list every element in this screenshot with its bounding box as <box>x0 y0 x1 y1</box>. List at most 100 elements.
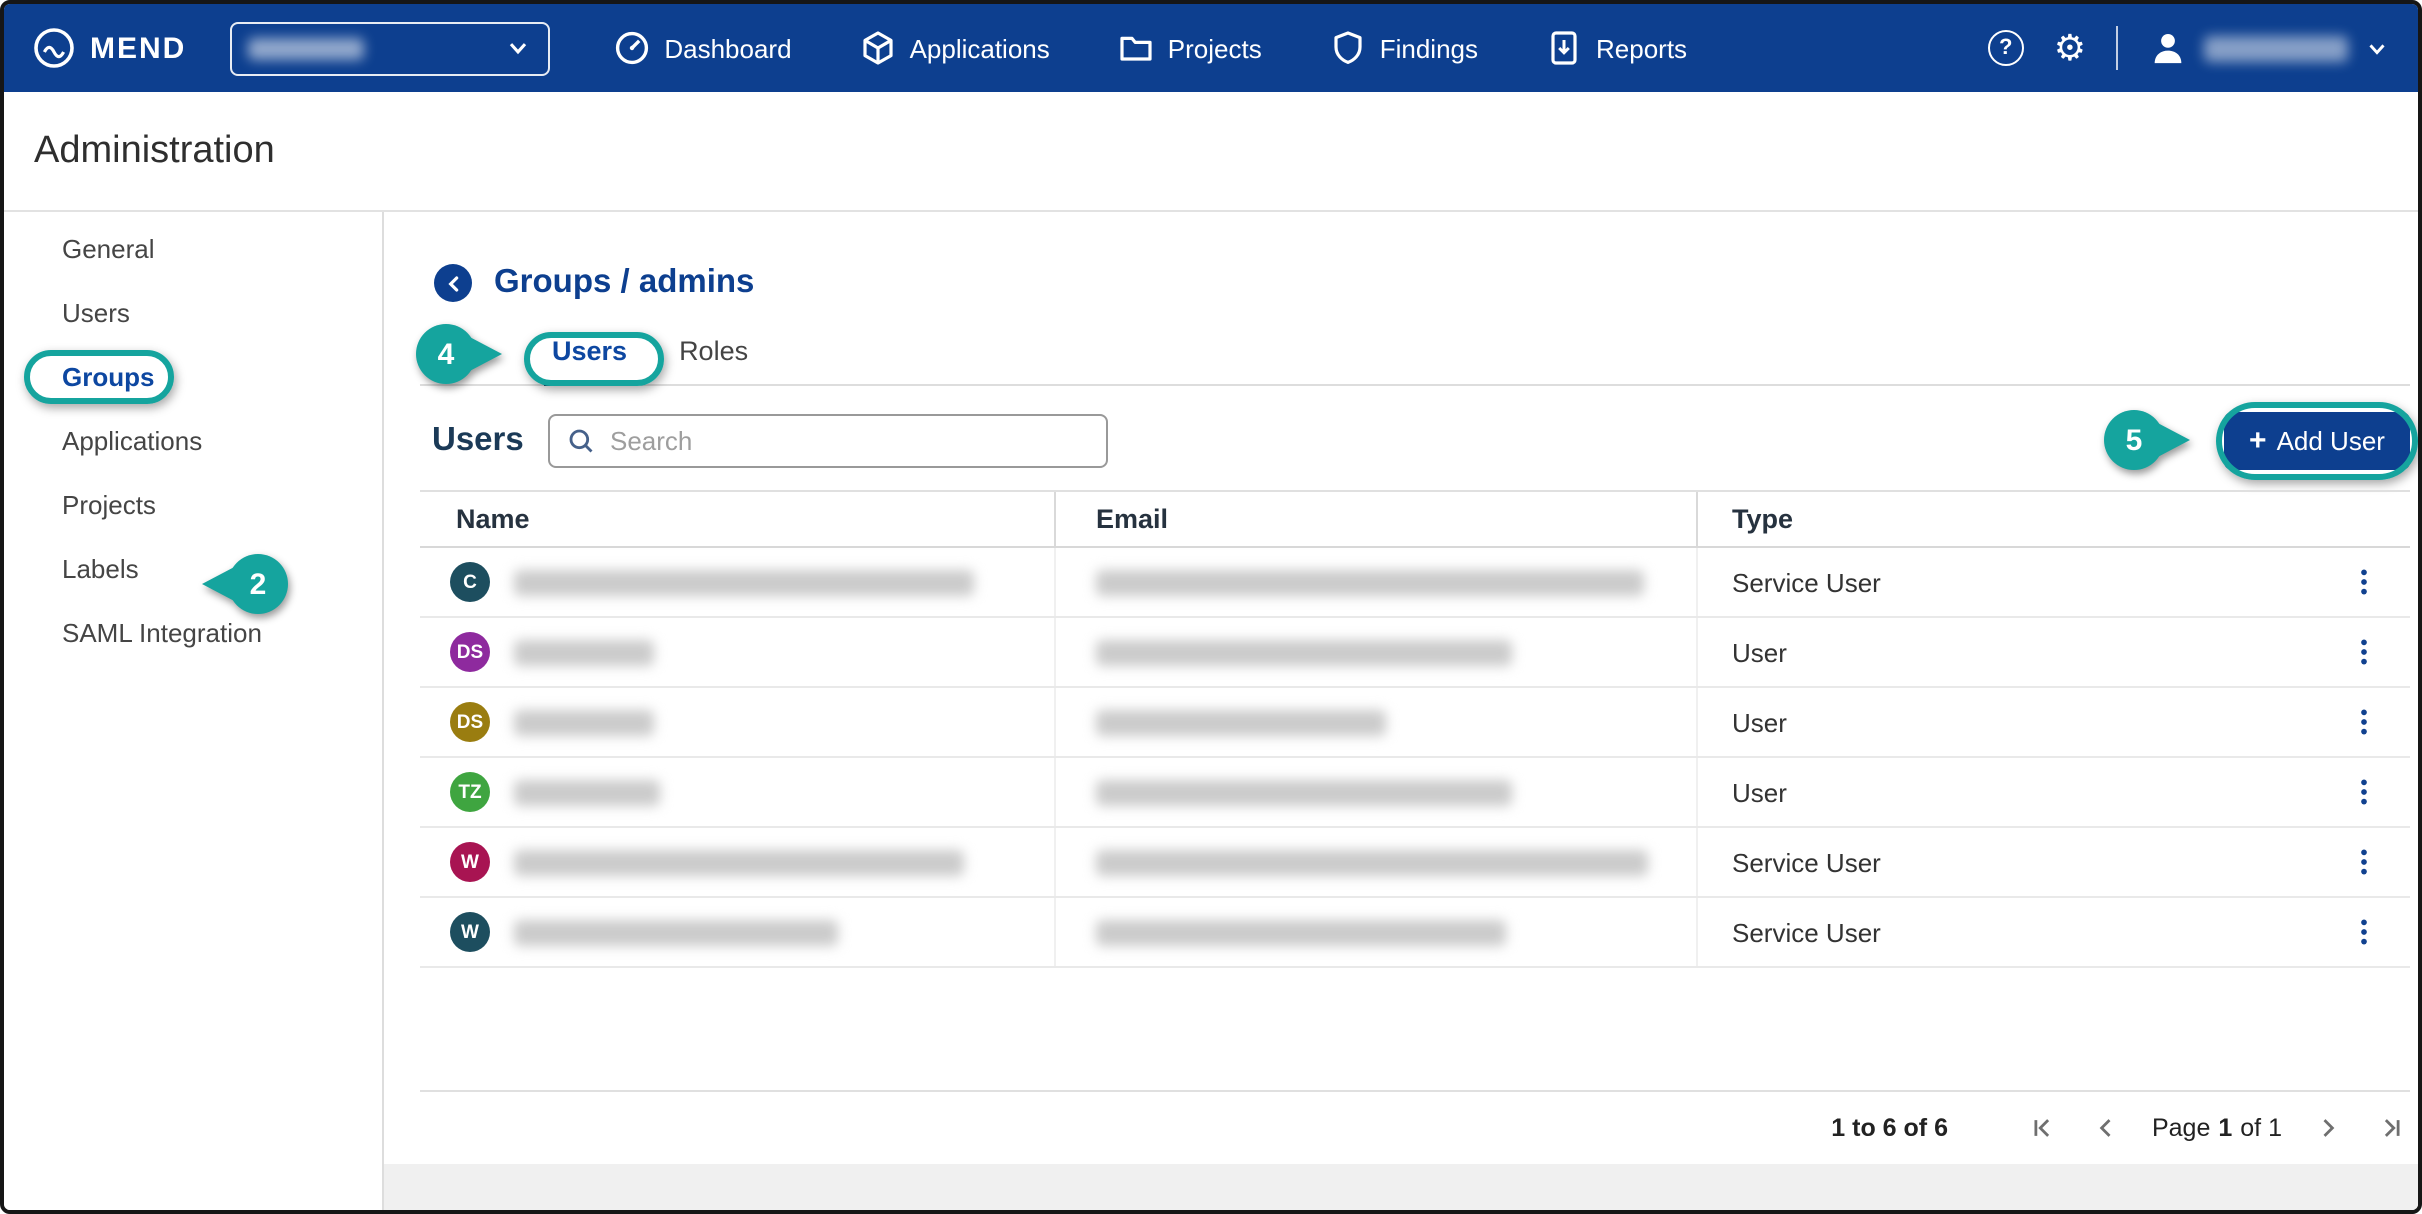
sidebar-item-groups[interactable]: Groups <box>4 344 382 408</box>
kebab-menu-icon[interactable] <box>2344 842 2384 882</box>
avatar: W <box>450 842 490 882</box>
search-input[interactable] <box>548 414 1108 468</box>
nav-item-dashboard[interactable]: Dashboard <box>614 30 791 66</box>
redacted-email <box>1096 639 1512 665</box>
search-box <box>548 414 1108 468</box>
gauge-icon <box>614 30 650 66</box>
kebab-menu-icon[interactable] <box>2344 772 2384 812</box>
back-button[interactable] <box>434 264 472 302</box>
user-type: User <box>1732 637 1787 667</box>
nav-utilities: ? ⚙ <box>1988 26 2390 70</box>
redacted-name <box>514 639 654 665</box>
avatar: TZ <box>450 772 490 812</box>
nav-item-applications[interactable]: Applications <box>860 30 1050 66</box>
sidebar-item-applications[interactable]: Applications <box>4 408 382 472</box>
avatar: C <box>450 562 490 602</box>
add-user-button[interactable]: + Add User <box>2224 412 2410 470</box>
tab-users[interactable]: Users <box>552 322 627 384</box>
column-header-type: Type <box>1696 492 2410 546</box>
pagination-last-button[interactable] <box>2374 1110 2410 1146</box>
nav-item-findings[interactable]: Findings <box>1330 30 1478 66</box>
tab-roles[interactable]: Roles <box>679 322 748 384</box>
mend-logo[interactable]: MEND <box>32 26 186 70</box>
table-footer: 1 to 6 of 6 Page 1 of 1 <box>420 1090 2410 1164</box>
plus-icon: + <box>2249 426 2267 456</box>
table-row: C Service User <box>420 548 2410 618</box>
nav-item-reports[interactable]: Reports <box>1546 30 1687 66</box>
kebab-menu-icon[interactable] <box>2344 912 2384 952</box>
table-row: DS User <box>420 618 2410 688</box>
user-type: User <box>1732 707 1787 737</box>
redacted-email <box>1096 919 1506 945</box>
svg-text:5: 5 <box>2126 424 2143 457</box>
redacted-email <box>1096 779 1512 805</box>
user-menu[interactable] <box>2148 28 2390 68</box>
pagination-range: 1 to 6 of 6 <box>1831 1114 1948 1142</box>
admin-sidebar: General Users Groups Applications Projec… <box>4 212 384 1210</box>
kebab-menu-icon[interactable] <box>2344 702 2384 742</box>
user-avatar-icon <box>2148 28 2188 68</box>
avatar: DS <box>450 702 490 742</box>
redacted-name <box>514 709 654 735</box>
redacted-name <box>514 849 964 875</box>
redacted-username <box>2204 35 2348 61</box>
pagination-first-button[interactable] <box>2024 1110 2060 1146</box>
sidebar-item-projects[interactable]: Projects <box>4 472 382 536</box>
report-icon <box>1546 30 1582 66</box>
redacted-email <box>1096 569 1644 595</box>
sidebar-item-saml-integration[interactable]: SAML Integration <box>4 600 382 664</box>
tab-bar: Users Roles <box>420 322 2410 386</box>
chevron-down-icon <box>2364 35 2390 61</box>
redacted-name <box>514 919 838 945</box>
table-row: W Service User <box>420 828 2410 898</box>
users-table: Name Email Type C Service User <box>420 490 2410 968</box>
table-row: TZ User <box>420 758 2410 828</box>
nav-item-label: Findings <box>1380 33 1478 63</box>
user-type: User <box>1732 777 1787 807</box>
page-header: Administration <box>4 92 2418 212</box>
table-row: W Service User <box>420 898 2410 968</box>
gear-icon[interactable]: ⚙ <box>2054 30 2086 66</box>
app-window: MEND Dashboard <box>0 0 2422 1214</box>
help-icon[interactable]: ? <box>1988 30 2024 66</box>
pagination-prev-button[interactable] <box>2088 1110 2124 1146</box>
bottom-background <box>384 1164 2418 1210</box>
organization-dropdown[interactable] <box>230 21 550 75</box>
kebab-menu-icon[interactable] <box>2344 562 2384 602</box>
cube-icon <box>860 30 896 66</box>
nav-item-label: Dashboard <box>664 33 791 63</box>
table-header-row: Name Email Type <box>420 490 2410 548</box>
main-menu: Dashboard Applications Projects <box>614 30 1687 66</box>
nav-item-label: Projects <box>1168 33 1262 63</box>
user-type: Service User <box>1732 847 1881 877</box>
avatar: DS <box>450 632 490 672</box>
nav-item-label: Reports <box>1596 33 1687 63</box>
redacted-email <box>1096 849 1648 875</box>
nav-divider <box>2116 26 2118 70</box>
brand-name: MEND <box>90 31 186 65</box>
redacted-org-name <box>248 37 364 59</box>
folder-icon <box>1118 30 1154 66</box>
redacted-email <box>1096 709 1386 735</box>
pagination-next-button[interactable] <box>2310 1110 2346 1146</box>
table-row: DS User <box>420 688 2410 758</box>
sidebar-item-users[interactable]: Users <box>4 280 382 344</box>
sidebar-item-labels[interactable]: Labels <box>4 536 382 600</box>
main-content: Groups / admins Users Roles 4 Users <box>384 212 2418 1210</box>
add-user-label: Add User <box>2277 426 2385 456</box>
avatar: W <box>450 912 490 952</box>
column-header-name: Name <box>420 504 1054 534</box>
chevron-down-icon <box>504 34 532 62</box>
user-type: Service User <box>1732 567 1881 597</box>
nav-item-projects[interactable]: Projects <box>1118 30 1262 66</box>
search-icon <box>566 426 596 456</box>
redacted-name <box>514 779 660 805</box>
sidebar-item-general[interactable]: General <box>4 216 382 280</box>
kebab-menu-icon[interactable] <box>2344 632 2384 672</box>
current-page-number: 1 <box>2218 1114 2232 1142</box>
user-type: Service User <box>1732 917 1881 947</box>
column-header-email: Email <box>1054 492 1696 546</box>
shield-icon <box>1330 30 1366 66</box>
mend-logo-icon <box>32 26 76 70</box>
breadcrumb-title: Groups / admins <box>494 264 754 302</box>
